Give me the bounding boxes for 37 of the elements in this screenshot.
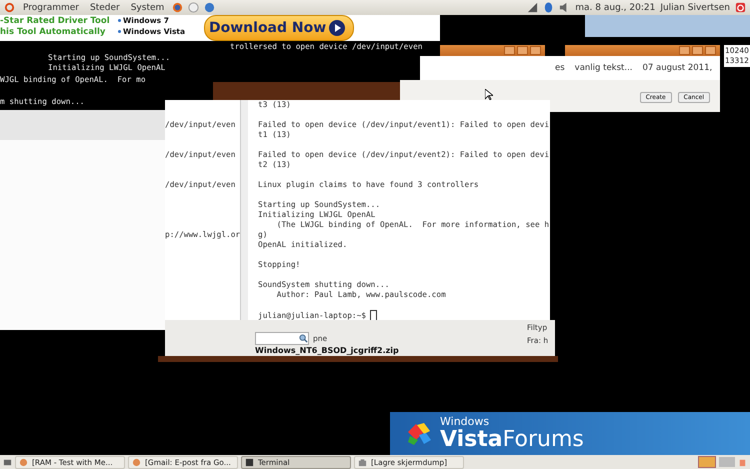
close-button[interactable]	[530, 46, 541, 55]
search-field[interactable]	[255, 332, 309, 345]
maximize-button[interactable]	[692, 46, 703, 55]
workspace-switcher[interactable]	[719, 457, 735, 467]
file-list-cell: 07 august 2011,	[642, 63, 712, 73]
banner-text: Windows	[440, 416, 490, 428]
banner-title: VistaForums	[440, 428, 584, 452]
download-button[interactable]: Download Now	[204, 15, 354, 41]
file-list-cell: vanlig tekst...	[574, 63, 632, 73]
ad-text[interactable]: his Tool Automatically	[0, 27, 118, 38]
minimize-button[interactable]	[504, 46, 515, 55]
close-button[interactable]	[705, 46, 716, 55]
menu-item[interactable]: Steder	[86, 2, 123, 12]
menu-item[interactable]: Programmer	[20, 2, 82, 12]
bullet-icon	[118, 30, 121, 33]
desktop-icon[interactable]	[3, 458, 12, 466]
terminal-icon	[245, 458, 254, 466]
camera-icon	[358, 458, 367, 466]
window-titlebar[interactable]	[440, 45, 545, 56]
banner-ad[interactable]: Windows VistaForums	[390, 412, 750, 455]
clock[interactable]: ma. 8 aug., 20:21	[575, 2, 656, 12]
signal-icon[interactable]	[527, 2, 538, 13]
search-icon	[299, 334, 308, 343]
user-name[interactable]: Julian Sivertsen	[660, 2, 730, 12]
file-list-row[interactable]: es vanlig tekst... 07 august 2011,	[420, 56, 720, 80]
file-name[interactable]: Windows_NT6_BSOD_jcgriff2.zip	[255, 345, 555, 356]
file-list-cell: es	[555, 63, 565, 73]
play-icon	[329, 20, 346, 36]
minimize-button[interactable]	[679, 46, 690, 55]
logo-icon[interactable]	[4, 2, 15, 13]
workspace-switcher[interactable]	[698, 456, 716, 468]
menu-item[interactable]: System	[128, 2, 168, 12]
maximize-button[interactable]	[517, 46, 528, 55]
window-titlebar[interactable]	[565, 45, 720, 56]
bullet-icon	[118, 19, 121, 22]
power-icon[interactable]	[735, 2, 746, 13]
ad-text[interactable]: -Star Rated Driver Tool	[0, 16, 118, 27]
